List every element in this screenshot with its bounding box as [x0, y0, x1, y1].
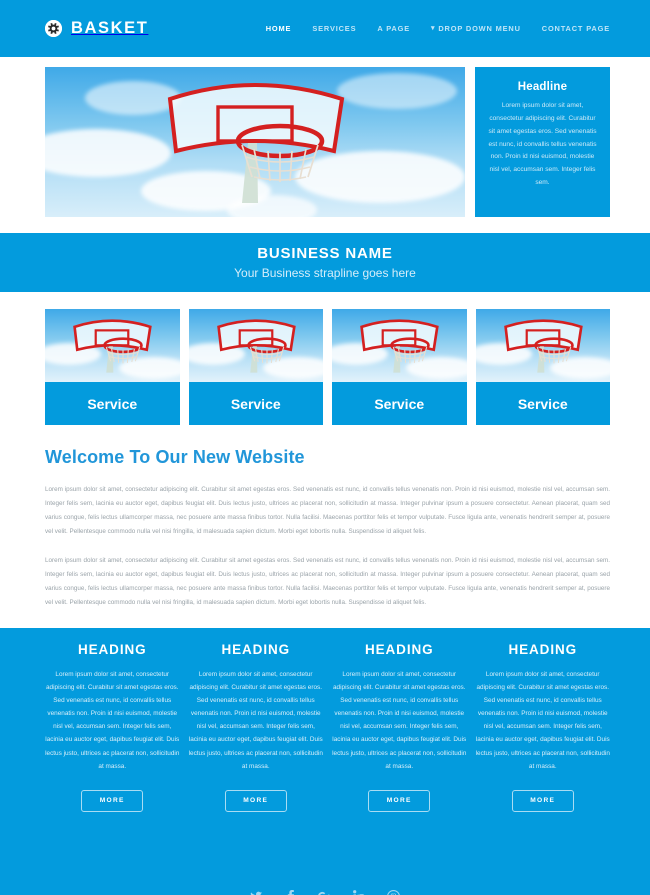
welcome-paragraph-1: Lorem ipsum dolor sit amet, consectetur …	[45, 486, 610, 535]
google-plus-icon[interactable]	[318, 890, 332, 895]
more-button[interactable]: MORE	[224, 789, 287, 812]
main-navigation: HOME SERVICES A PAGE ▾ DROP DOWN MENU CON…	[266, 24, 610, 33]
hero-image	[45, 67, 465, 217]
twitter-icon[interactable]	[250, 890, 263, 895]
basketball-hoop-graphic	[216, 319, 296, 373]
service-label: Service	[45, 382, 180, 425]
service-card[interactable]: Service	[188, 309, 323, 425]
nav-item-home[interactable]: HOME	[266, 24, 292, 33]
feature-column: HEADING Lorem ipsum dolor sit amet, cons…	[189, 642, 324, 870]
nav-item-drop-down-menu[interactable]: ▾ DROP DOWN MENU	[431, 24, 521, 33]
feature-body: Lorem ipsum dolor sit amet, consectetur …	[475, 670, 610, 770]
feature-column: HEADING Lorem ipsum dolor sit amet, cons…	[332, 642, 467, 870]
brand-logo-link[interactable]: BASKET	[45, 19, 148, 38]
brand-name: BASKET	[71, 19, 149, 37]
services-row: Service Service Service Service	[0, 292, 650, 425]
features-columns-section: HEADING Lorem ipsum dolor sit amet, cons…	[0, 627, 650, 870]
business-strapline: Your Business strapline goes here	[234, 266, 416, 280]
service-thumbnail	[332, 309, 467, 382]
service-thumbnail	[188, 309, 323, 382]
basketball-hoop-graphic	[167, 83, 345, 203]
feature-heading: HEADING	[364, 641, 434, 657]
feature-column: HEADING Lorem ipsum dolor sit amet, cons…	[476, 642, 611, 870]
basketball-hoop-graphic	[503, 319, 583, 373]
more-button[interactable]: MORE	[81, 789, 144, 812]
webpage-root: BASKET HOME SERVICES A PAGE ▾ DROP DOWN M…	[0, 0, 650, 895]
service-thumbnail	[475, 309, 610, 382]
feature-body: Lorem ipsum dolor sit amet, consectetur …	[332, 670, 467, 770]
service-thumbnail	[45, 309, 180, 382]
service-label: Service	[188, 382, 323, 425]
welcome-title: Welcome To Our New Website	[45, 447, 305, 467]
nav-item-contact-page[interactable]: CONTACT PAGE	[542, 24, 610, 33]
site-header: BASKET HOME SERVICES A PAGE ▾ DROP DOWN M…	[0, 0, 650, 57]
basketball-hoop-graphic	[73, 319, 153, 373]
business-name: BUSINESS NAME	[257, 245, 393, 262]
basketball-icon	[45, 20, 62, 37]
headline-title: Headline	[517, 81, 568, 93]
more-button[interactable]: MORE	[368, 789, 431, 812]
nav-item-drop-down-menu-label: DROP DOWN MENU	[438, 24, 521, 33]
feature-body: Lorem ipsum dolor sit amet, consectetur …	[188, 670, 323, 770]
service-label: Service	[475, 382, 610, 425]
pinterest-icon[interactable]	[387, 890, 400, 895]
feature-heading: HEADING	[508, 641, 578, 657]
headline-body: Lorem ipsum dolor sit amet, consectetur …	[488, 102, 597, 187]
service-label: Service	[332, 382, 467, 425]
basketball-hoop-graphic	[360, 319, 440, 373]
business-name-banner: BUSINESS NAME Your Business strapline go…	[0, 233, 650, 292]
service-card[interactable]: Service	[332, 309, 467, 425]
headline-panel: Headline Lorem ipsum dolor sit amet, con…	[475, 67, 610, 217]
feature-heading: HEADING	[77, 641, 147, 657]
service-card[interactable]: Service	[475, 309, 610, 425]
linkedin-icon[interactable]	[353, 890, 366, 895]
welcome-paragraph-2: Lorem ipsum dolor sit amet, consectetur …	[45, 556, 610, 606]
chevron-down-icon: ▾	[431, 25, 436, 32]
service-card[interactable]: Service	[45, 309, 180, 425]
feature-heading: HEADING	[221, 641, 291, 657]
hero-section: Headline Lorem ipsum dolor sit amet, con…	[0, 57, 650, 217]
social-links-bar	[0, 869, 650, 895]
more-button[interactable]: MORE	[511, 789, 574, 812]
nav-item-a-page[interactable]: A PAGE	[377, 24, 410, 33]
facebook-icon[interactable]	[284, 890, 297, 895]
welcome-section: Welcome To Our New Website Lorem ipsum d…	[0, 425, 650, 610]
feature-column: HEADING Lorem ipsum dolor sit amet, cons…	[45, 642, 180, 870]
nav-item-services[interactable]: SERVICES	[312, 24, 356, 33]
feature-body: Lorem ipsum dolor sit amet, consectetur …	[45, 670, 180, 770]
